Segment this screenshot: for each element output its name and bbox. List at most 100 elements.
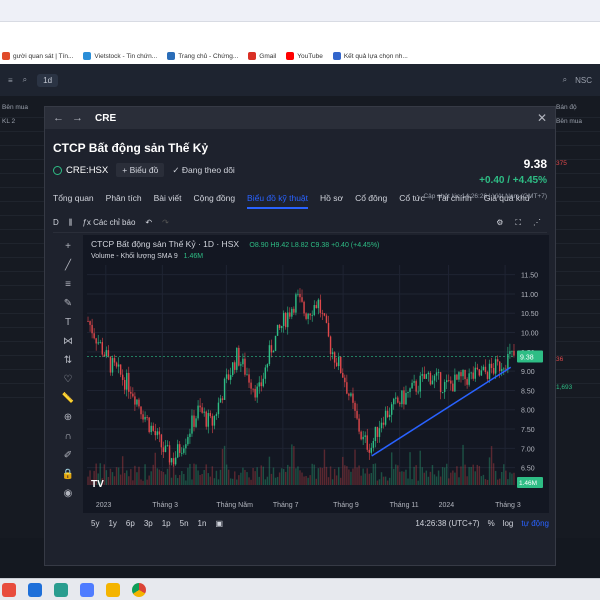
range-button[interactable]: 5n <box>180 519 189 528</box>
chrome-icon[interactable] <box>132 582 146 597</box>
lock-icon[interactable]: 🔒 <box>62 469 74 480</box>
interval-button[interactable]: D <box>53 218 59 227</box>
y-tick-label: 11.00 <box>521 292 538 299</box>
candle-type-icon[interactable]: ⫼ <box>69 218 73 228</box>
candle-body <box>297 293 299 295</box>
x-tick-label: Tháng 3 <box>152 502 178 509</box>
candle-body <box>368 449 370 453</box>
volume-bar <box>115 467 118 485</box>
range-button[interactable]: 5y <box>91 519 99 528</box>
text-icon[interactable]: T <box>65 317 71 328</box>
heart-icon[interactable]: ♡ <box>64 374 73 385</box>
volume-bar <box>121 456 124 485</box>
candle-body <box>435 372 438 376</box>
bookmark-item[interactable]: gười quan sát | Tín... <box>2 52 73 60</box>
search-icon[interactable]: ⌕ <box>23 75 27 85</box>
taskbar <box>0 578 600 600</box>
candle-body <box>258 382 260 387</box>
tab-6[interactable]: Cổ đông <box>355 189 387 209</box>
follow-button[interactable]: ✓ Đang theo dõi <box>172 165 234 176</box>
crosshair-icon[interactable]: + <box>65 241 71 252</box>
bg-row <box>0 328 45 342</box>
ruler-icon[interactable]: 📏 <box>62 393 74 404</box>
bookmark-item[interactable]: Gmail <box>248 52 276 60</box>
tradingview-logo: TV <box>91 479 104 490</box>
forward-arrow-icon[interactable]: → <box>72 112 83 124</box>
volume-bar <box>384 476 387 485</box>
tab-7[interactable]: Cổ tức <box>399 189 425 209</box>
bg-row <box>0 230 45 244</box>
bg-search-icon[interactable]: ⌕ <box>563 75 567 85</box>
mail-icon[interactable] <box>28 582 42 597</box>
candle-body <box>138 399 140 407</box>
date-range-icon[interactable]: ▣ <box>215 519 223 528</box>
image-icon[interactable] <box>54 582 68 597</box>
log-toggle[interactable]: log <box>503 519 514 528</box>
eye-icon[interactable]: ◉ <box>64 488 73 499</box>
candle-body <box>476 367 479 370</box>
range-button[interactable]: 6p <box>126 519 135 528</box>
back-arrow-icon[interactable]: ← <box>53 112 64 124</box>
volume-bar <box>378 479 381 485</box>
brush-icon[interactable]: ✎ <box>64 298 72 309</box>
projection-icon[interactable]: ⇅ <box>64 355 72 366</box>
zalo-icon[interactable] <box>80 582 94 597</box>
tab-8[interactable]: Tài chính <box>437 189 472 209</box>
volume-bar <box>189 463 191 485</box>
tab-0[interactable]: Tổng quan <box>53 189 94 209</box>
range-button[interactable]: 1p <box>162 519 171 528</box>
bookmark-item[interactable]: Kết quả lựa chọn nh... <box>332 52 408 60</box>
volume-bar <box>372 464 375 485</box>
pencil-lock-icon[interactable]: ✐ <box>64 450 72 461</box>
bg-interval-tab[interactable]: 1d <box>37 73 59 87</box>
zoom-icon[interactable]: ⊕ <box>64 412 72 423</box>
candle-body <box>358 418 360 432</box>
trendline-icon[interactable]: ╱ <box>65 260 71 271</box>
tab-5[interactable]: Hồ sơ <box>320 189 343 209</box>
tab-3[interactable]: Cộng đồng <box>193 189 235 209</box>
share-icon[interactable]: ⋰ <box>533 218 541 228</box>
bookmark-item[interactable]: Vietstock - Tin chứn... <box>83 52 157 60</box>
auto-scale-toggle[interactable]: tự động <box>521 519 549 528</box>
candle-body <box>234 362 236 370</box>
candle-body <box>425 374 428 379</box>
bookmark-item[interactable]: YouTube <box>286 52 323 60</box>
tab-9[interactable]: Giá quá khứ <box>484 189 531 209</box>
volume-bar <box>399 471 401 485</box>
volume-bar <box>468 467 470 485</box>
settings-icon[interactable]: ⚙ <box>496 218 503 228</box>
undo-icon[interactable]: ↶ <box>145 218 152 227</box>
chart-svg[interactable]: 11.5011.0010.5010.009.509.008.508.007.50… <box>83 235 549 513</box>
folder-icon[interactable] <box>106 582 120 597</box>
bg-row: Bán độ <box>554 104 600 118</box>
volume-bar <box>456 466 458 485</box>
tab-4[interactable]: Biểu đồ kỹ thuật <box>247 189 309 209</box>
bg-search-label[interactable]: NSC <box>575 76 592 85</box>
candle-body <box>352 393 354 403</box>
indicators-button[interactable]: ƒx Các chỉ báo <box>82 218 135 227</box>
bookmark-item[interactable]: Trang chủ - Chứng... <box>167 52 238 60</box>
redo-icon[interactable]: ↷ <box>162 218 169 227</box>
fullscreen-icon[interactable]: ⛶ <box>515 218 521 228</box>
volume-bar <box>317 468 320 485</box>
bg-row <box>0 174 45 188</box>
fib-icon[interactable]: ≡ <box>65 279 71 290</box>
pattern-icon[interactable]: ⋈ <box>63 336 73 347</box>
candle-body <box>503 368 505 370</box>
tab-1[interactable]: Phân tích <box>106 189 142 209</box>
range-button[interactable]: 1y <box>108 519 116 528</box>
range-button[interactable]: 1n <box>198 519 207 528</box>
percent-toggle[interactable]: % <box>488 519 495 528</box>
magnet-icon[interactable]: ∩ <box>64 431 71 442</box>
candle-body <box>293 308 295 313</box>
chart-button[interactable]: + Biểu đồ <box>116 163 165 177</box>
candle-body <box>405 392 407 405</box>
tab-2[interactable]: Bài viết <box>154 189 182 209</box>
volume-bar <box>134 465 136 485</box>
close-icon[interactable]: ✕ <box>537 111 547 125</box>
app-icon[interactable] <box>2 582 16 597</box>
ticker-text: CRE:HSX <box>66 164 109 176</box>
range-button[interactable]: 3p <box>144 519 153 528</box>
menu-icon[interactable]: ≡ <box>8 76 13 85</box>
price-chart[interactable]: 11.5011.0010.5010.009.509.008.508.007.50… <box>83 235 549 513</box>
